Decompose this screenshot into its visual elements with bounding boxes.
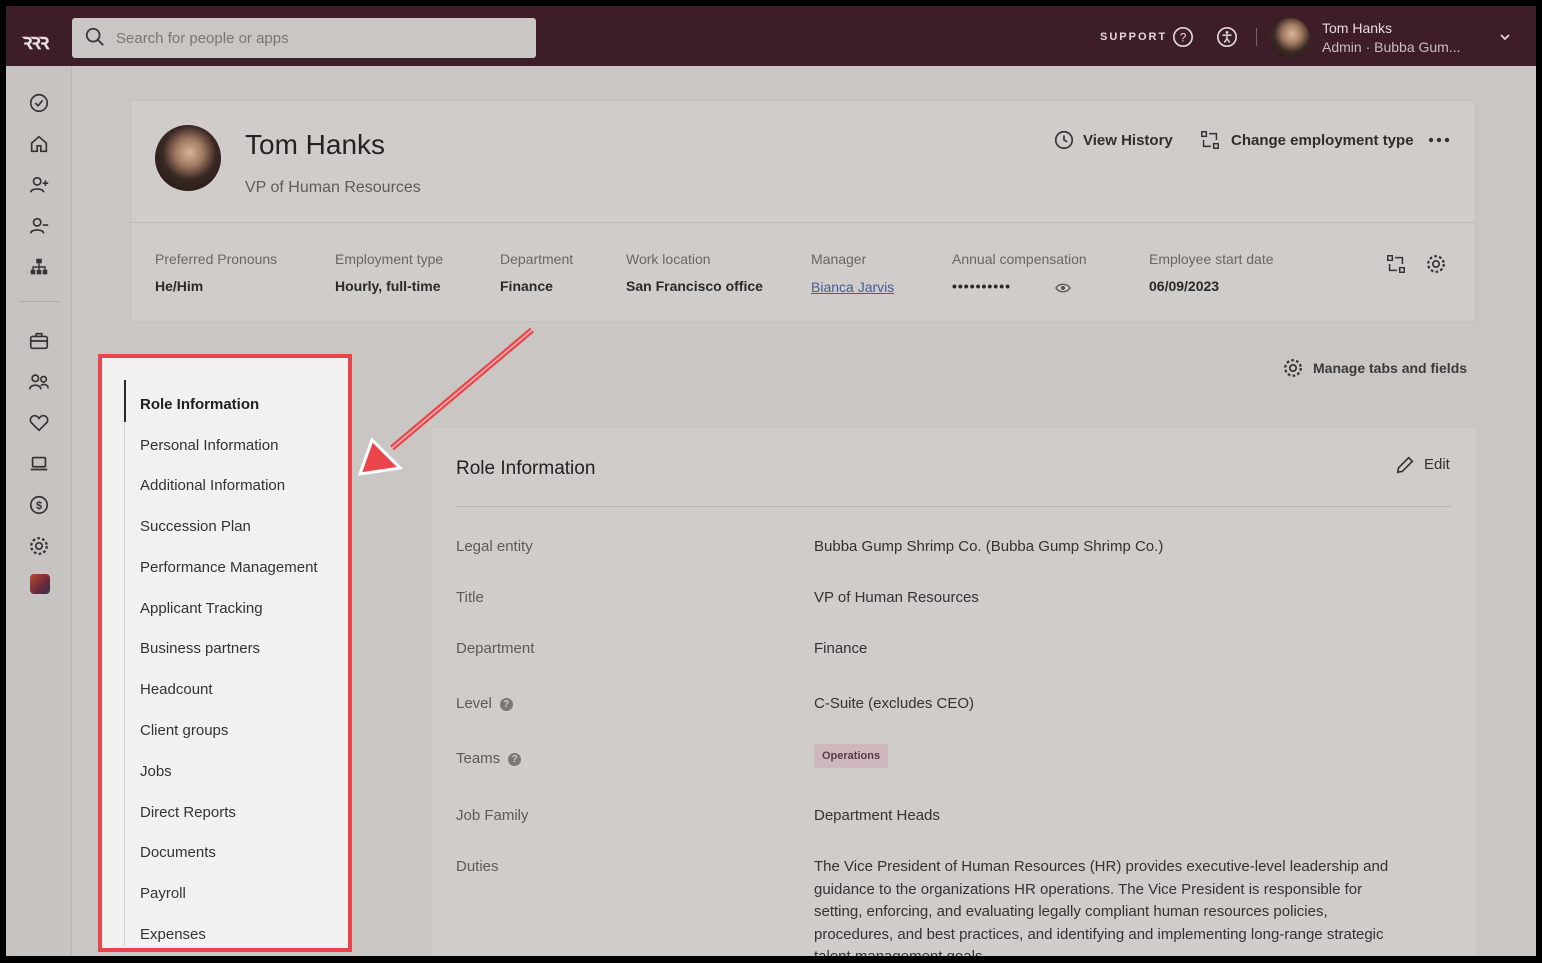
dollar-icon[interactable]: $: [28, 494, 50, 516]
search-icon: [85, 27, 104, 46]
team-chip[interactable]: Operations: [814, 744, 889, 768]
info-icon[interactable]: ?: [508, 752, 522, 766]
swap-icon[interactable]: [1199, 129, 1221, 151]
profile-avatar: [155, 125, 221, 191]
briefcase-icon[interactable]: [28, 330, 50, 352]
active-tab-indicator: [124, 380, 126, 422]
tab-documents[interactable]: Documents: [140, 844, 216, 861]
profile-tabs-list: Role Information Personal Information Ad…: [98, 354, 352, 952]
field-value-start-date: 06/09/2023: [1149, 278, 1220, 294]
teams-label: Teams: [456, 750, 501, 767]
chevron-down-icon[interactable]: [1498, 30, 1512, 44]
role-information-panel: Role Information Edit Legal entity Bubba…: [432, 428, 1476, 956]
row-value-duties: The Vice President of Human Resources (H…: [814, 858, 1389, 956]
field-value-department: Finance: [500, 278, 553, 294]
history-icon[interactable]: [1053, 129, 1075, 151]
row-label-duties: Duties: [456, 858, 499, 875]
tab-headcount[interactable]: Headcount: [140, 681, 213, 698]
tab-succession-plan[interactable]: Succession Plan: [140, 518, 251, 535]
field-value-employment-type: Hourly, full-time: [335, 278, 441, 294]
level-label: Level: [456, 695, 492, 712]
field-label-start-date: Employee start date: [1149, 251, 1274, 267]
panel-divider: [456, 506, 1452, 507]
field-label-manager: Manager: [811, 251, 867, 267]
row-value-job-family: Department Heads: [814, 807, 940, 824]
row-label-title: Title: [456, 589, 484, 606]
tab-business-partners[interactable]: Business partners: [140, 640, 260, 657]
accessibility-icon[interactable]: [1216, 26, 1238, 48]
pencil-icon[interactable]: [1394, 454, 1416, 476]
tab-client-groups[interactable]: Client groups: [140, 722, 228, 739]
app-logo[interactable]: ꝛꝛꝛ: [22, 26, 49, 56]
field-value-pronouns: He/Him: [155, 278, 204, 294]
reorder-fields-icon[interactable]: [1385, 253, 1407, 275]
gear-icon[interactable]: [1425, 253, 1447, 275]
row-label-job-family: Job Family: [456, 807, 529, 824]
tab-additional-information[interactable]: Additional Information: [140, 477, 285, 494]
manage-tabs-gear-icon[interactable]: [1282, 357, 1304, 379]
user-role[interactable]: Admin · Bubba Gum...: [1322, 39, 1461, 55]
tab-applicant-tracking[interactable]: Applicant Tracking: [140, 600, 263, 617]
search-input[interactable]: [116, 18, 516, 58]
svg-text:$: $: [36, 500, 42, 512]
info-icon[interactable]: ?: [499, 697, 513, 711]
field-value-compensation: ••••••••••: [952, 278, 1012, 294]
tab-expenses[interactable]: Expenses: [140, 926, 206, 943]
manage-tabs-button[interactable]: Manage tabs and fields: [1313, 360, 1467, 376]
tab-payroll[interactable]: Payroll: [140, 885, 186, 902]
tab-personal-information[interactable]: Personal Information: [140, 437, 278, 454]
org-chart-icon[interactable]: [28, 256, 50, 278]
tab-jobs[interactable]: Jobs: [140, 763, 172, 780]
profile-name: Tom Hanks: [245, 129, 386, 160]
search-box[interactable]: [72, 18, 536, 58]
add-person-icon[interactable]: [28, 174, 50, 196]
field-value-work-location: San Francisco office: [626, 278, 763, 294]
settings-icon[interactable]: [28, 535, 50, 557]
change-employment-type-button[interactable]: Change employment type: [1231, 132, 1414, 149]
tab-performance-management[interactable]: Performance Management: [140, 559, 318, 576]
tab-role-information[interactable]: Role Information: [140, 396, 259, 413]
svg-text:?: ?: [1180, 31, 1187, 45]
people-icon[interactable]: [28, 371, 50, 393]
user-name[interactable]: Tom Hanks: [1322, 20, 1392, 36]
app-tile-icon[interactable]: [30, 574, 50, 594]
field-label-pronouns: Preferred Pronouns: [155, 251, 278, 267]
field-label-work-location: Work location: [626, 251, 711, 267]
reveal-eye-icon[interactable]: [1055, 281, 1071, 295]
manager-link[interactable]: Bianca Jarvis: [811, 279, 894, 295]
topbar-divider: [1256, 28, 1257, 46]
row-label-teams: Teams?: [456, 750, 522, 767]
row-label-legal-entity: Legal entity: [456, 538, 533, 555]
row-label-department: Department: [456, 640, 535, 657]
laptop-icon[interactable]: [28, 453, 50, 475]
heart-icon[interactable]: [28, 412, 50, 434]
check-circle-icon[interactable]: [28, 92, 50, 114]
user-avatar[interactable]: [1270, 18, 1310, 58]
home-icon[interactable]: [28, 133, 50, 155]
row-value-level: C-Suite (excludes CEO): [814, 695, 975, 712]
row-label-level: Level?: [456, 695, 513, 712]
rail-divider: [18, 301, 60, 302]
top-bar: ꝛꝛꝛ SUPPORT ? Tom Hanks Admin · Bubba Gu…: [6, 6, 1536, 66]
more-options-icon[interactable]: [1427, 135, 1451, 145]
panel-title: Role Information: [456, 458, 596, 479]
field-label-department: Department: [500, 251, 574, 267]
row-value-title: VP of Human Resources: [814, 589, 979, 606]
field-label-compensation: Annual compensation: [952, 251, 1087, 267]
support-link[interactable]: SUPPORT: [1100, 31, 1167, 43]
profile-title: VP of Human Resources: [245, 179, 421, 196]
view-history-button[interactable]: View History: [1083, 132, 1173, 149]
help-icon[interactable]: ?: [1172, 26, 1194, 48]
left-nav-rail: $: [6, 66, 72, 956]
field-label-employment-type: Employment type: [335, 251, 444, 267]
edit-button[interactable]: Edit: [1424, 456, 1450, 473]
profile-header: Tom Hanks VP of Human Resources View His…: [131, 101, 1475, 223]
remove-person-icon[interactable]: [28, 215, 50, 237]
profile-card: Tom Hanks VP of Human Resources View His…: [130, 100, 1476, 322]
tab-track: [124, 422, 125, 946]
row-value-legal-entity: Bubba Gump Shrimp Co. (Bubba Gump Shrimp…: [814, 538, 1164, 555]
row-value-department: Finance: [814, 640, 868, 657]
tab-direct-reports[interactable]: Direct Reports: [140, 804, 236, 821]
